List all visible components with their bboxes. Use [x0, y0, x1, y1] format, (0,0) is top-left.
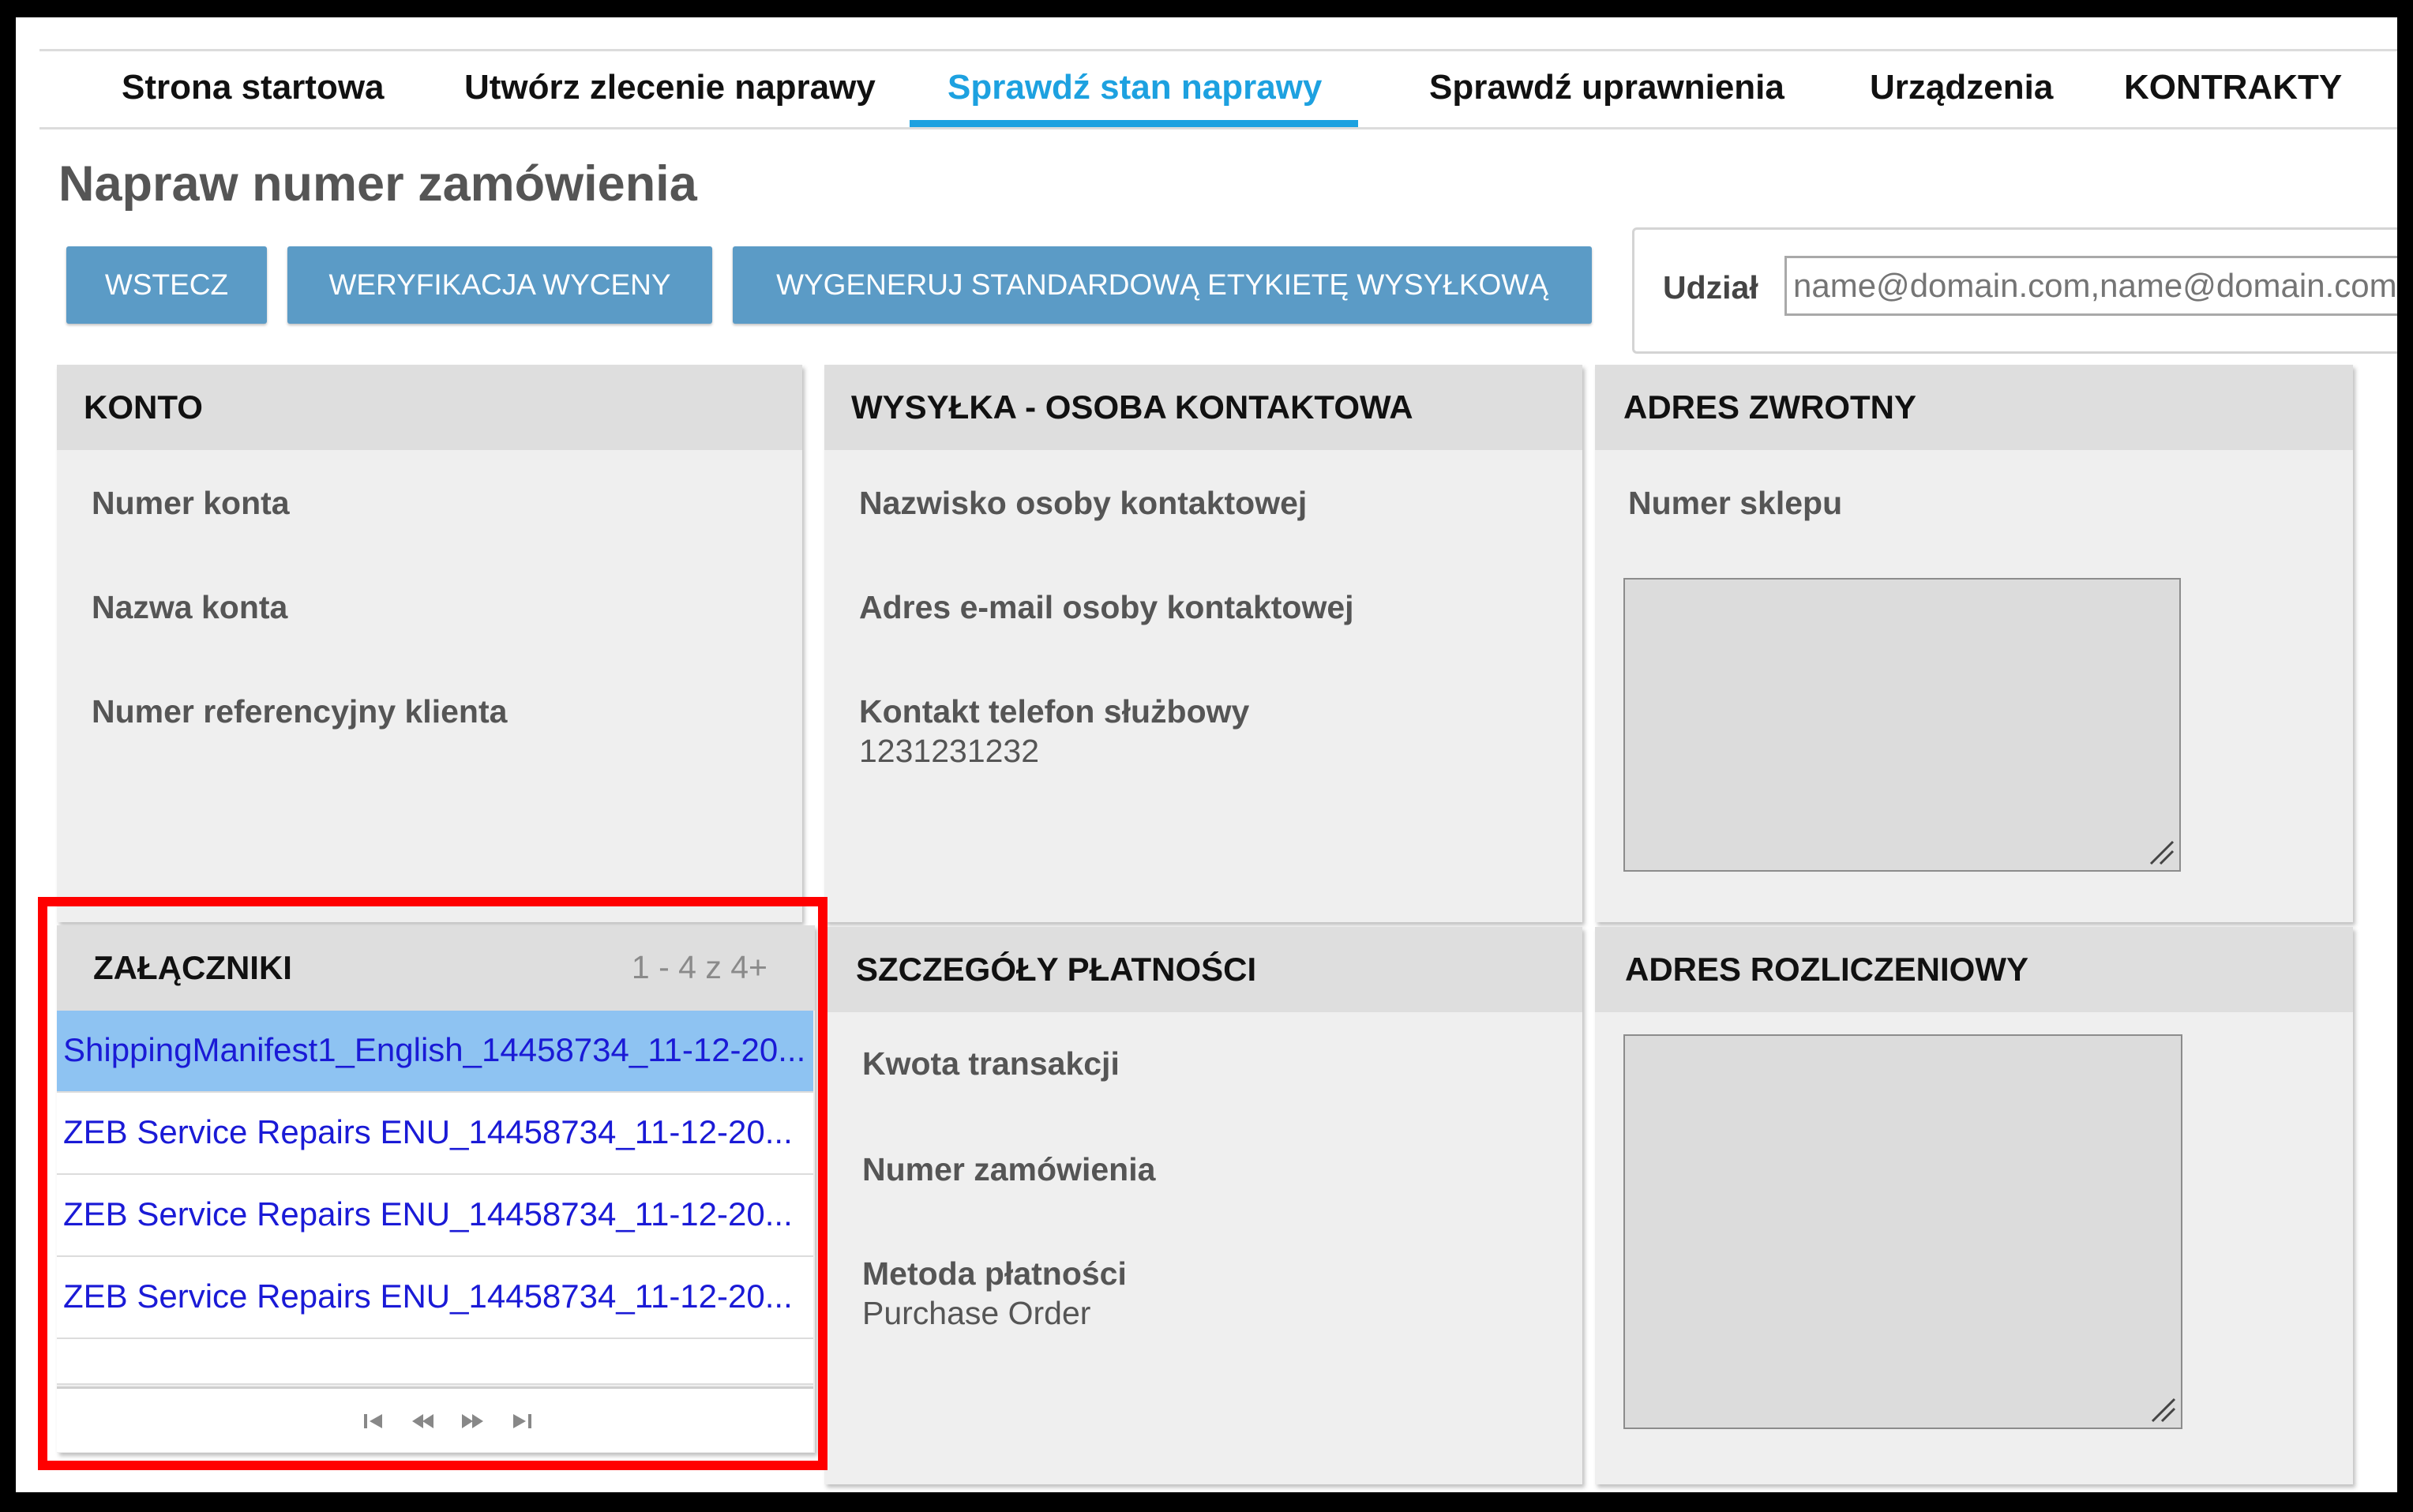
return-address-panel: ADRES ZWROTNY Numer sklepu	[1595, 365, 2353, 922]
account-panel-header: KONTO	[57, 365, 802, 450]
account-number-label: Numer konta	[92, 485, 290, 521]
payment-details-panel-header: SZCZEGÓŁY PŁATNOŚCI	[824, 927, 1582, 1012]
first-page-icon[interactable]	[360, 1408, 387, 1435]
attachment-empty-row	[57, 1339, 813, 1385]
billing-address-panel: ADRES ROZLICZENIOWY	[1595, 927, 2353, 1484]
work-phone-value: 1231231232	[859, 733, 1040, 769]
quote-verification-button[interactable]: WERYFIKACJA WYCENY	[287, 246, 712, 324]
payment-method-label: Metoda płatności	[862, 1255, 1127, 1292]
share-input[interactable]	[1784, 256, 2397, 316]
billing-address-panel-header: ADRES ROZLICZENIOWY	[1595, 927, 2353, 1012]
contact-email-label: Adres e-mail osoby kontaktowej	[859, 589, 1354, 625]
tab-home[interactable]: Strona startowa	[122, 51, 385, 127]
payment-details-panel: SZCZEGÓŁY PŁATNOŚCI Kwota transakcji Num…	[824, 927, 1582, 1484]
page-title: Napraw numer zamówienia	[58, 156, 697, 212]
billing-address-textarea[interactable]	[1623, 1034, 2182, 1429]
tab-check-repair-status[interactable]: Sprawdź stan naprawy	[909, 51, 1359, 127]
billing-address-panel-title: ADRES ROZLICZENIOWY	[1625, 951, 2028, 988]
account-name-label: Nazwa konta	[92, 589, 288, 625]
share-box: Udział	[1632, 227, 2397, 354]
attachment-row[interactable]: ZEB Service Repairs ENU_14458734_11-12-2…	[57, 1175, 813, 1257]
app-screen: Strona startowa Utwórz zlecenie naprawy …	[16, 17, 2397, 1492]
account-panel: KONTO Numer konta Nazwa konta Numer refe…	[57, 365, 802, 922]
tab-contracts[interactable]: KONTRAKTY	[2124, 51, 2342, 127]
attachments-count: 1 - 4 z 4+	[631, 949, 767, 985]
transaction-amount-label: Kwota transakcji	[862, 1045, 1120, 1082]
tab-create-repair-order[interactable]: Utwórz zlecenie naprawy	[464, 51, 876, 127]
store-number-label: Numer sklepu	[1628, 485, 1843, 521]
attachment-row[interactable]: ShippingManifest1_English_14458734_11-12…	[57, 1011, 813, 1093]
attachments-panel: ZAŁĄCZNIKI 1 - 4 z 4+ ShippingManifest1_…	[57, 925, 815, 1453]
main-nav: Strona startowa Utwórz zlecenie naprawy …	[39, 49, 2397, 129]
work-phone-label: Kontakt telefon służbowy	[859, 693, 1250, 730]
resize-grip-icon[interactable]	[2148, 839, 2175, 865]
return-address-panel-title: ADRES ZWROTNY	[1623, 388, 1916, 426]
customer-reference-label: Numer referencyjny klienta	[92, 693, 508, 730]
order-number-label: Numer zamówienia	[862, 1151, 1156, 1187]
attachments-pager	[57, 1386, 813, 1452]
next-page-icon[interactable]	[460, 1408, 486, 1435]
payment-details-panel-title: SZCZEGÓŁY PŁATNOŚCI	[856, 951, 1257, 988]
resize-grip-icon[interactable]	[2149, 1396, 2176, 1423]
payment-method-value: Purchase Order	[862, 1295, 1091, 1331]
attachment-row[interactable]: ZEB Service Repairs ENU_14458734_11-12-2…	[57, 1257, 813, 1339]
account-panel-title: KONTO	[84, 388, 203, 426]
shipping-contact-panel-title: WYSYŁKA - OSOBA KONTAKTOWA	[851, 388, 1413, 426]
shipping-contact-panel: WYSYŁKA - OSOBA KONTAKTOWA Nazwisko osob…	[824, 365, 1582, 922]
attachment-row[interactable]: ZEB Service Repairs ENU_14458734_11-12-2…	[57, 1093, 813, 1175]
share-label: Udział	[1663, 269, 1758, 306]
last-page-icon[interactable]	[508, 1408, 535, 1435]
tab-devices[interactable]: Urządzenia	[1870, 51, 2053, 127]
generate-shipping-label-button[interactable]: WYGENERUJ STANDARDOWĄ ETYKIETĘ WYSYŁKOWĄ	[733, 246, 1592, 324]
tab-check-entitlements[interactable]: Sprawdź uprawnienia	[1429, 51, 1784, 127]
attachments-panel-title: ZAŁĄCZNIKI	[93, 949, 292, 986]
contact-name-label: Nazwisko osoby kontaktowej	[859, 485, 1308, 521]
previous-page-icon[interactable]	[409, 1408, 436, 1435]
shipping-contact-panel-header: WYSYŁKA - OSOBA KONTAKTOWA	[824, 365, 1582, 450]
return-address-panel-header: ADRES ZWROTNY	[1595, 365, 2353, 450]
return-address-textarea[interactable]	[1623, 578, 2181, 872]
attachments-panel-header: ZAŁĄCZNIKI 1 - 4 z 4+	[57, 925, 815, 1011]
back-button[interactable]: WSTECZ	[66, 246, 267, 324]
